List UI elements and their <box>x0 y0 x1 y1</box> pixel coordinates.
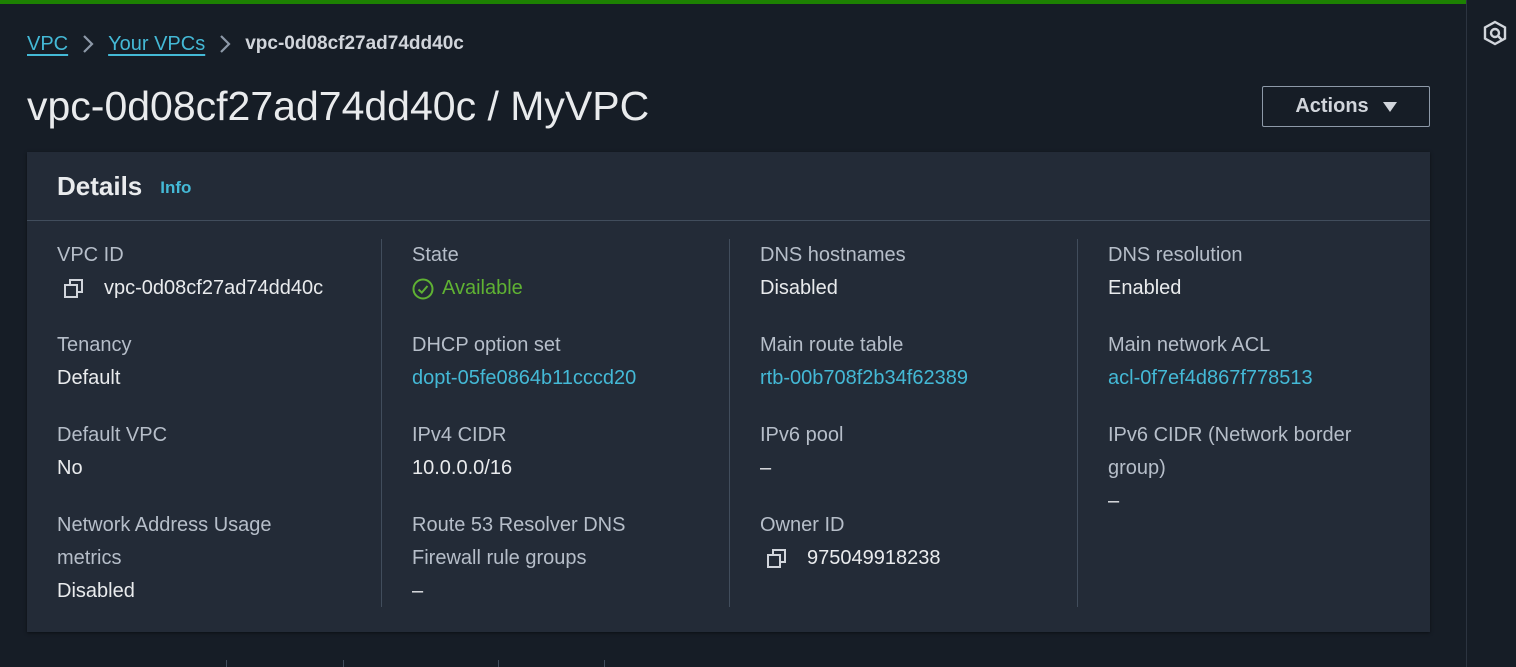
field-label: State <box>412 244 459 266</box>
details-panel: Details Info VPC ID vpc-0d08cf27ad74dd40… <box>27 152 1430 632</box>
field-dhcp-option-set: DHCP option set dopt-05fe0864b11cccd20 <box>412 329 712 395</box>
state-value-row: Available <box>412 272 712 305</box>
field-label: Firewall rule groups <box>412 547 587 569</box>
details-column-2: State Available DHCP option set dopt-05f… <box>381 239 730 607</box>
field-label: group) <box>1108 457 1166 479</box>
field-label: IPv4 CIDR <box>412 424 507 446</box>
field-state: State Available <box>412 239 712 305</box>
field-label: Tenancy <box>57 334 132 356</box>
field-label: Owner ID <box>760 514 845 536</box>
main-route-table-link[interactable]: rtb-00b708f2b34f62389 <box>760 362 1060 395</box>
field-label: DNS hostnames <box>760 244 906 266</box>
page-title: vpc-0d08cf27ad74dd40c / MyVPC <box>27 83 650 129</box>
check-circle-icon <box>412 278 434 299</box>
field-label: metrics <box>57 547 122 569</box>
field-ipv4-cidr: IPv4 CIDR 10.0.0.0/16 <box>412 419 712 485</box>
field-label: DNS resolution <box>1108 244 1243 266</box>
tab-divider <box>343 660 344 667</box>
details-column-4: DNS resolution Enabled Main network ACL … <box>1077 239 1431 607</box>
field-label: IPv6 CIDR (Network border <box>1108 424 1352 446</box>
field-label: Route 53 Resolver DNS <box>412 514 626 536</box>
field-label: Main network ACL <box>1108 334 1271 356</box>
ipv4-cidr-value: 10.0.0.0/16 <box>412 457 513 479</box>
dns-hostnames-value: Disabled <box>760 277 838 299</box>
ipv6-pool-value: – <box>760 457 772 479</box>
tenancy-value: Default <box>57 367 121 389</box>
chevron-right-icon <box>82 34 94 54</box>
breadcrumb-your-vpcs[interactable]: Your VPCs <box>108 33 205 56</box>
field-label: DHCP option set <box>412 334 561 356</box>
field-default-vpc: Default VPC No <box>57 419 357 485</box>
field-label: Network Address Usage <box>57 514 272 536</box>
field-tenancy: Tenancy Default <box>57 329 357 395</box>
network-address-usage-value: Disabled <box>57 580 135 602</box>
field-network-address-usage: Network Address Usage metrics Disabled <box>57 509 357 608</box>
field-value-row: vpc-0d08cf27ad74dd40c <box>57 272 357 305</box>
right-rail <box>1466 0 1516 667</box>
info-link[interactable]: Info <box>160 178 191 198</box>
details-title: Details <box>57 170 143 201</box>
field-dns-resolution: DNS resolution Enabled <box>1108 239 1408 305</box>
details-column-1: VPC ID vpc-0d08cf27ad74dd40c Tenancy Def… <box>27 239 381 607</box>
details-header: Details Info <box>27 152 1430 221</box>
field-main-route-table: Main route table rtb-00b708f2b34f62389 <box>760 329 1060 395</box>
state-value: Available <box>442 277 523 299</box>
vpc-id-value: vpc-0d08cf27ad74dd40c <box>104 277 324 299</box>
caret-down-icon <box>1382 101 1397 112</box>
breadcrumb: VPC Your VPCs vpc-0d08cf27ad74dd40c <box>27 30 464 58</box>
ipv6-cidr-value: – <box>1108 490 1120 512</box>
tab-divider <box>226 660 227 667</box>
tab-divider <box>604 660 605 667</box>
actions-button-label: Actions <box>1295 95 1369 117</box>
breadcrumb-current: vpc-0d08cf27ad74dd40c <box>245 33 464 54</box>
field-label: IPv6 pool <box>760 424 844 446</box>
field-ipv6-cidr: IPv6 CIDR (Network border group) – <box>1108 419 1408 518</box>
field-label: Default VPC <box>57 424 168 446</box>
settings-hex-icon[interactable] <box>1482 20 1508 46</box>
copy-icon[interactable] <box>766 548 788 570</box>
dns-resolution-value: Enabled <box>1108 277 1182 299</box>
field-main-network-acl: Main network ACL acl-0f7ef4d867f778513 <box>1108 329 1408 395</box>
tab-divider <box>498 660 499 667</box>
copy-icon[interactable] <box>63 278 85 300</box>
actions-button[interactable]: Actions <box>1262 86 1430 127</box>
owner-id-value: 975049918238 <box>807 547 941 569</box>
field-ipv6-pool: IPv6 pool – <box>760 419 1060 485</box>
field-owner-id: Owner ID 975049918238 <box>760 509 1060 575</box>
owner-id-row: 975049918238 <box>760 542 1060 575</box>
field-label: VPC ID <box>57 244 124 266</box>
chevron-right-icon <box>219 34 231 54</box>
field-dns-hostnames: DNS hostnames Disabled <box>760 239 1060 305</box>
field-label: Main route table <box>760 334 904 356</box>
route53-resolver-value: – <box>412 580 424 602</box>
default-vpc-value: No <box>57 457 83 479</box>
dhcp-option-set-link[interactable]: dopt-05fe0864b11cccd20 <box>412 362 712 395</box>
main-network-acl-link[interactable]: acl-0f7ef4d867f778513 <box>1108 362 1408 395</box>
details-column-3: DNS hostnames Disabled Main route table … <box>729 239 1078 607</box>
breadcrumb-vpc[interactable]: VPC <box>27 33 68 56</box>
field-route53-resolver: Route 53 Resolver DNS Firewall rule grou… <box>412 509 712 608</box>
field-vpc-id: VPC ID vpc-0d08cf27ad74dd40c <box>57 239 357 305</box>
